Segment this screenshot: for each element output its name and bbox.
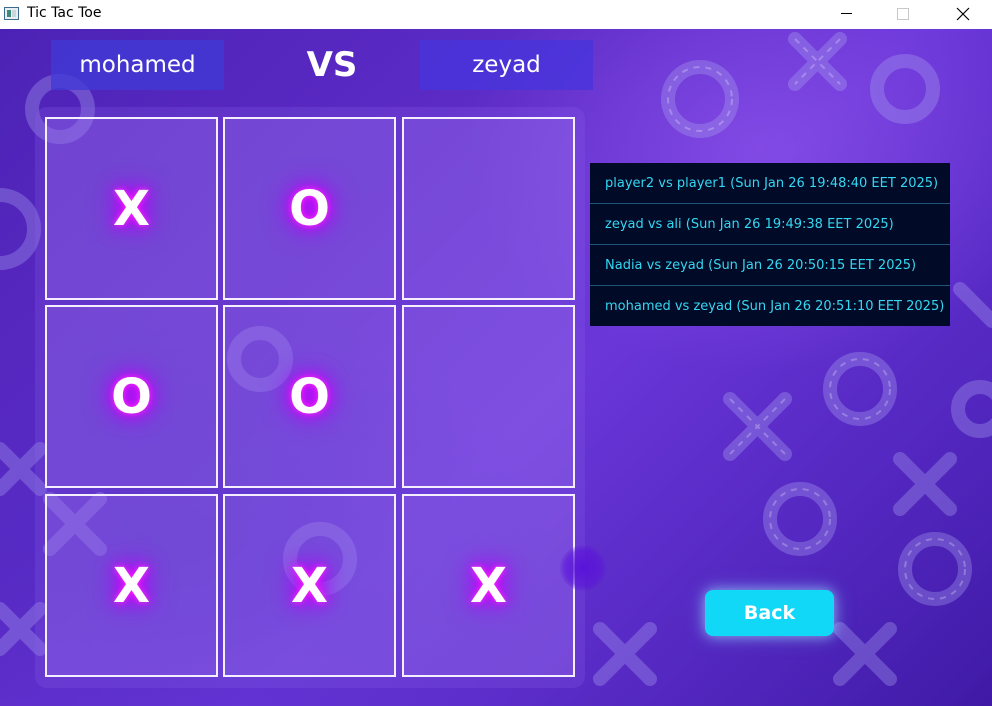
- list-item[interactable]: zeyad vs ali (Sun Jan 26 19:49:38 EET 20…: [590, 204, 950, 245]
- title-bar: Tic Tac Toe: [0, 0, 992, 29]
- board-cell-1[interactable]: X: [45, 117, 218, 300]
- cell-mark: X: [112, 180, 150, 237]
- cell-mark: X: [112, 557, 150, 614]
- board-cell-7[interactable]: X: [45, 494, 218, 677]
- vs-label: VS: [306, 45, 358, 85]
- board-cell-5[interactable]: O: [223, 305, 396, 488]
- decorative-dot: [560, 545, 606, 591]
- minimize-icon[interactable]: [823, 0, 869, 29]
- board-cell-6[interactable]: [402, 305, 575, 488]
- cell-mark: X: [469, 557, 507, 614]
- list-item[interactable]: mohamed vs zeyad (Sun Jan 26 20:51:10 EE…: [590, 286, 950, 327]
- app-icon: [4, 7, 19, 20]
- game-area: mohamed VS zeyad X O O O X X X player2 v…: [0, 29, 992, 706]
- player2-name: zeyad: [420, 40, 593, 90]
- cell-mark: O: [289, 180, 330, 237]
- board-cell-8[interactable]: X: [223, 494, 396, 677]
- app-window: Tic Tac Toe mohamed VS zeyad X O O O X X…: [0, 0, 992, 706]
- list-item[interactable]: player2 vs player1 (Sun Jan 26 19:48:40 …: [590, 163, 950, 204]
- cell-mark: X: [290, 557, 328, 614]
- window-title: Tic Tac Toe: [27, 5, 102, 21]
- maximize-icon[interactable]: [879, 0, 925, 29]
- cell-mark: O: [289, 368, 330, 425]
- game-board: X O O O X X X: [35, 107, 585, 688]
- game-history-list[interactable]: player2 vs player1 (Sun Jan 26 19:48:40 …: [590, 163, 950, 326]
- board-cell-9[interactable]: X: [402, 494, 575, 677]
- player1-name: mohamed: [51, 40, 224, 90]
- board-cell-3[interactable]: [402, 117, 575, 300]
- board-cell-4[interactable]: O: [45, 305, 218, 488]
- cell-mark: O: [111, 368, 152, 425]
- board-cell-2[interactable]: O: [223, 117, 396, 300]
- list-item[interactable]: Nadia vs zeyad (Sun Jan 26 20:50:15 EET …: [590, 245, 950, 286]
- close-icon[interactable]: [940, 0, 986, 29]
- back-button[interactable]: Back: [705, 590, 834, 636]
